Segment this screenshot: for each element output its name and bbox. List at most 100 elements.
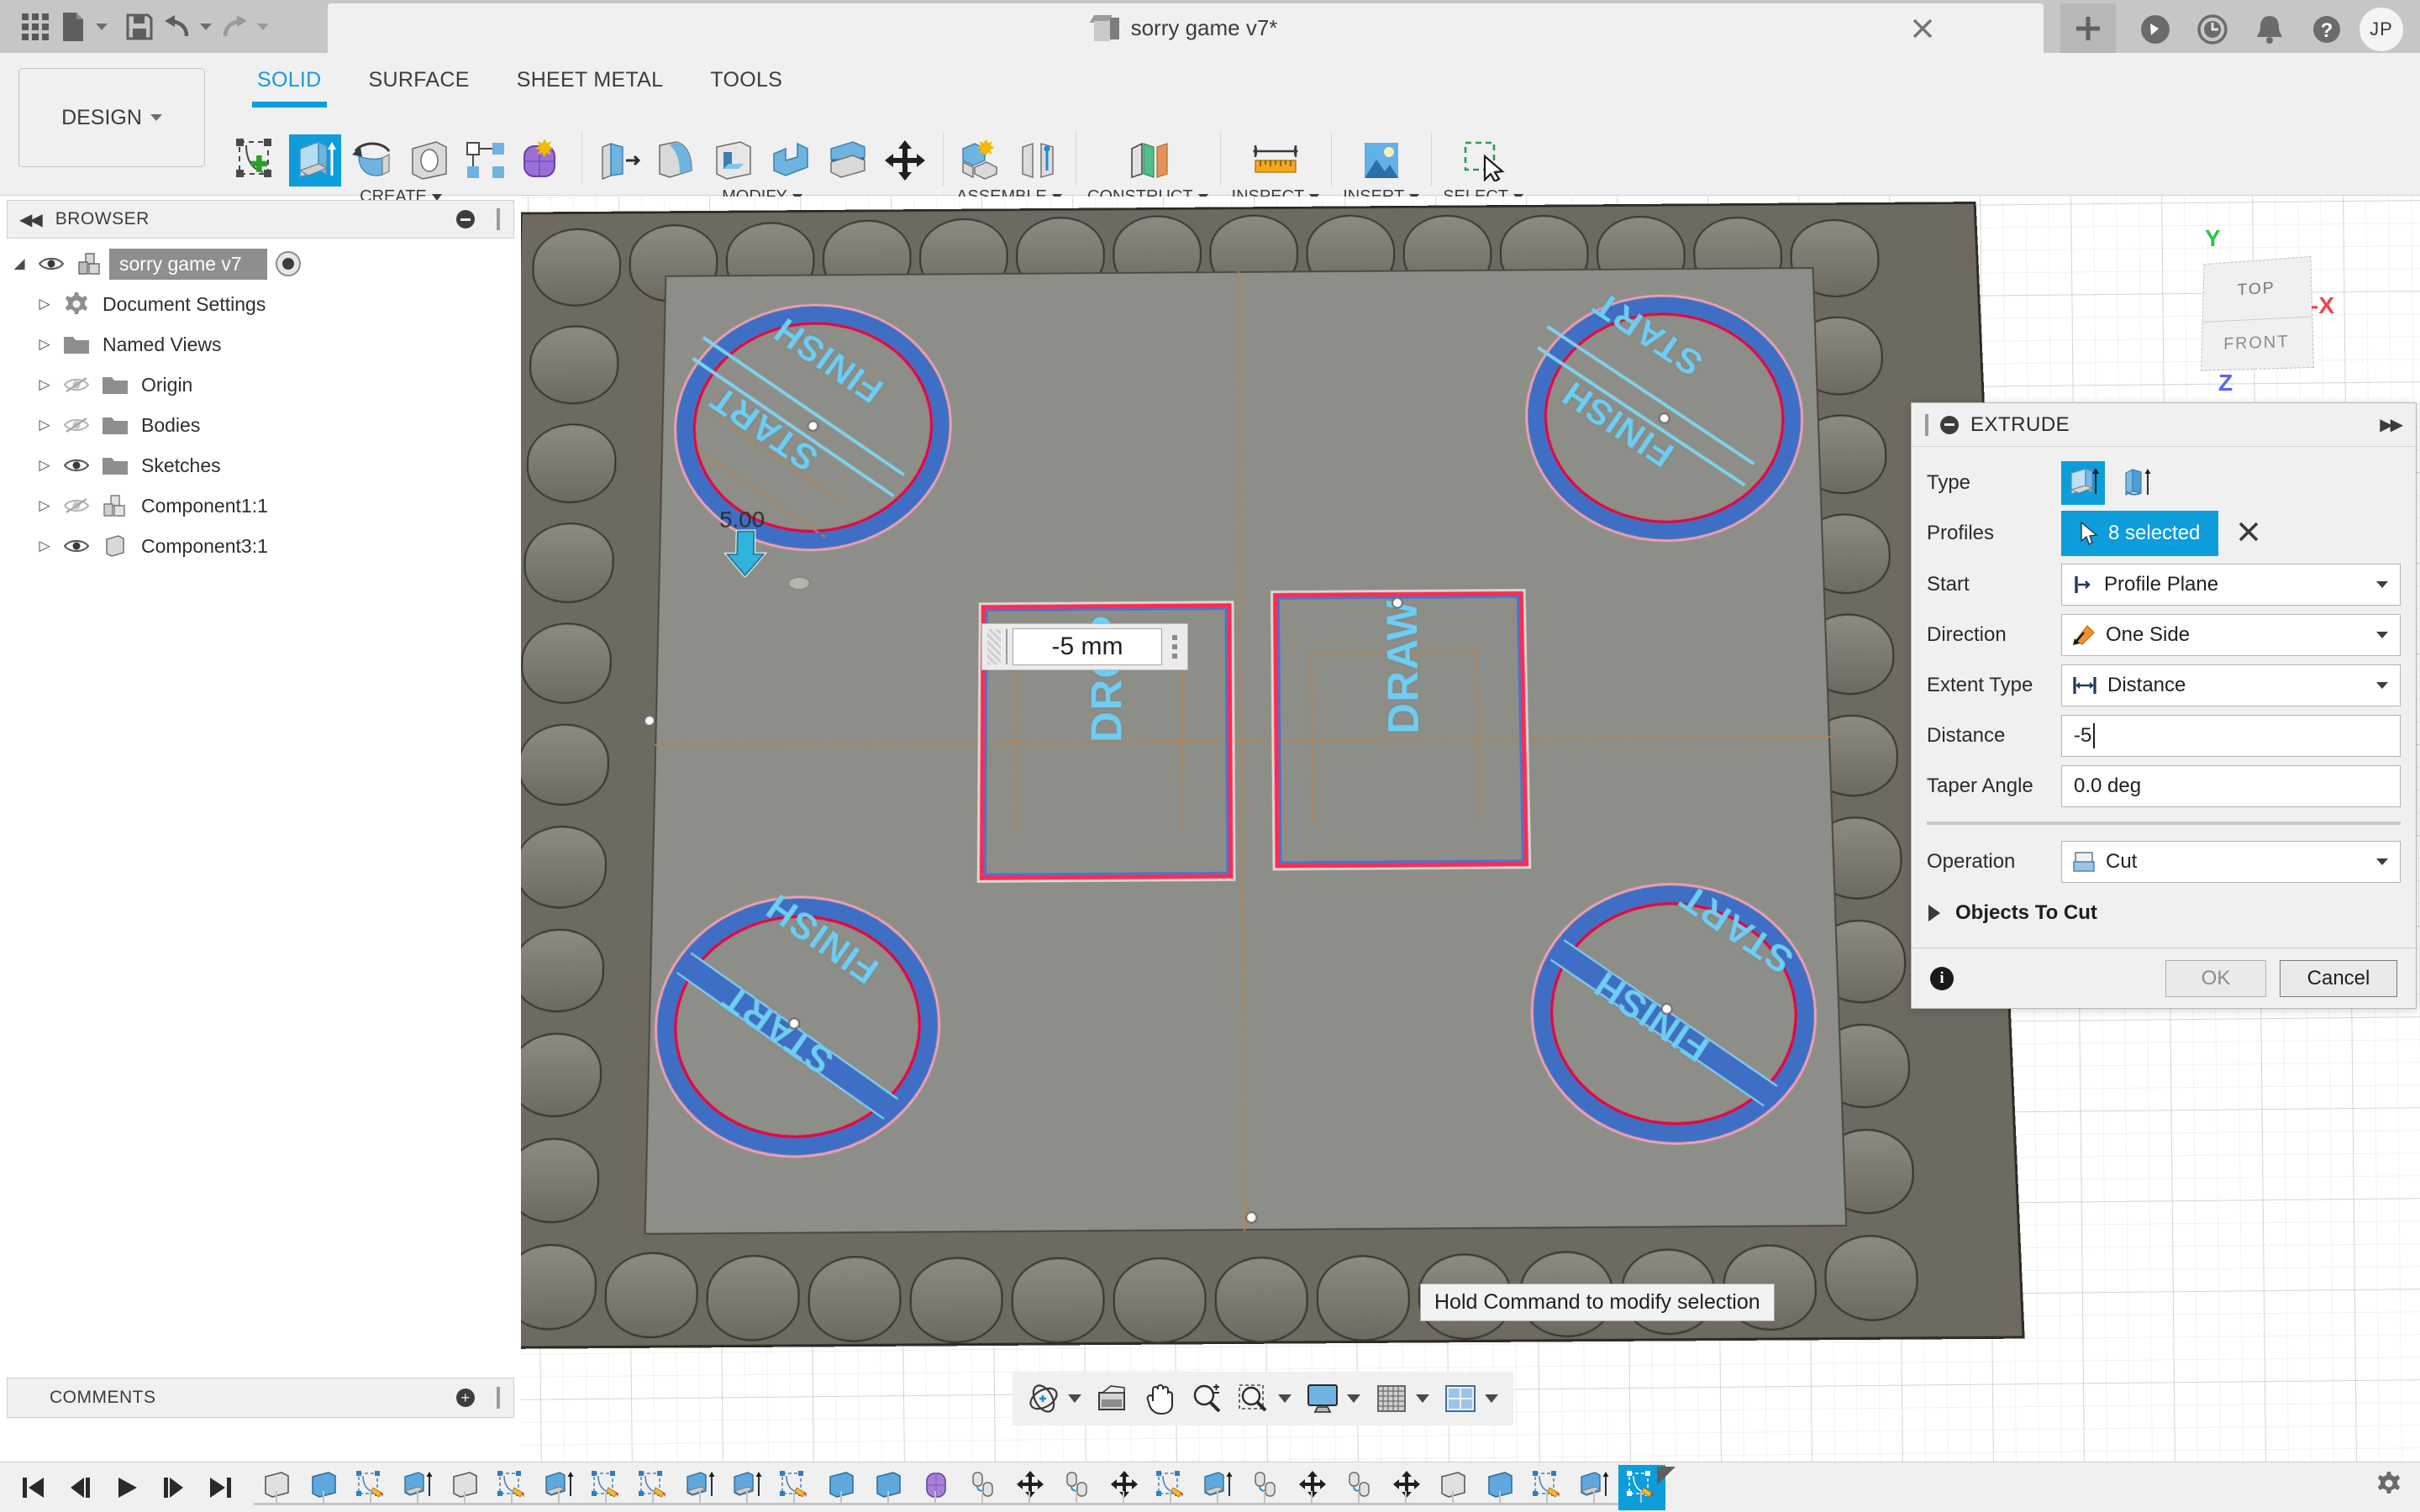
timeline-feature[interactable] (913, 1465, 960, 1510)
visibility-eye-off-icon[interactable] (57, 376, 96, 393)
revolve-tool[interactable] (346, 134, 398, 186)
direction-select[interactable]: One Side (2061, 614, 2401, 656)
orbit-dropdown[interactable] (1068, 1394, 1081, 1403)
drag-grip-icon[interactable] (1925, 413, 1928, 436)
timeline-feature[interactable] (677, 1465, 724, 1510)
press-pull-tool[interactable] (593, 134, 645, 186)
operation-select[interactable]: Cut (2061, 841, 2401, 883)
expand-arrow-icon[interactable]: ▷ (32, 538, 57, 554)
view-cube-top-face[interactable]: TOP (2202, 256, 2312, 323)
ok-button[interactable]: OK (2165, 959, 2266, 997)
objects-to-cut-section[interactable]: Objects To Cut (1927, 887, 2401, 939)
tab-tools[interactable]: TOOLS (687, 61, 806, 114)
sorry-game-board[interactable]: FINISH START 5.00 START FINISH FINISH ST… (521, 197, 2075, 1392)
timeline-feature[interactable] (1430, 1465, 1477, 1510)
redo-dropdown[interactable] (249, 6, 277, 48)
tree-item-sketches[interactable]: ▷ Sketches (7, 445, 514, 486)
comments-panel-header[interactable]: COMMENTS + (7, 1378, 514, 1418)
go-to-end-button[interactable] (200, 1467, 242, 1509)
form-tool[interactable] (518, 134, 570, 186)
overflow-menu-icon[interactable] (1167, 635, 1182, 659)
notifications-button[interactable] (2245, 9, 2294, 50)
timeline-feature[interactable] (1007, 1465, 1054, 1510)
distance-input[interactable]: -5 (2074, 724, 2091, 748)
timeline-feature[interactable] (724, 1465, 771, 1510)
view-cube[interactable]: TOP FRONT Y -X Z (2161, 225, 2354, 403)
joint-tool[interactable] (1012, 134, 1064, 186)
timeline-feature[interactable] (771, 1465, 818, 1510)
resize-grip-icon[interactable] (497, 1387, 500, 1409)
add-comment-icon[interactable]: + (456, 1389, 475, 1407)
type-thin-button[interactable] (2115, 461, 2159, 505)
timeline-feature[interactable] (1524, 1465, 1571, 1510)
visibility-eye-off-icon[interactable] (57, 497, 96, 514)
timeline-feature[interactable] (865, 1465, 913, 1510)
undo-button[interactable] (163, 6, 192, 48)
timeline-feature[interactable] (1289, 1465, 1336, 1510)
tree-item-document-settings[interactable]: ▷ Document Settings (7, 284, 514, 324)
construction-plane-tool[interactable] (1122, 134, 1174, 186)
timeline-feature[interactable] (301, 1465, 348, 1510)
workspace-switcher[interactable]: DESIGN (18, 68, 205, 167)
display-settings-button[interactable] (1300, 1376, 1345, 1421)
expand-arrow-icon[interactable]: ▷ (32, 497, 57, 514)
play-button[interactable] (106, 1467, 148, 1509)
redo-button[interactable] (220, 6, 249, 48)
view-cube-body[interactable]: TOP FRONT (2201, 255, 2314, 371)
zoom-button[interactable] (1184, 1376, 1229, 1421)
timeline-feature[interactable] (1477, 1465, 1524, 1510)
timeline-feature[interactable] (1383, 1465, 1430, 1510)
taper-angle-input[interactable]: 0.0 deg (2061, 765, 2401, 807)
timeline-feature[interactable] (1148, 1465, 1195, 1510)
viewport[interactable]: FINISH START 5.00 START FINISH FINISH ST… (521, 197, 2420, 1462)
extensions-button[interactable] (2131, 9, 2180, 50)
timeline-feature[interactable] (960, 1465, 1007, 1510)
fillet-tool[interactable] (650, 134, 702, 186)
create-sketch-tool[interactable] (232, 134, 284, 186)
timeline-feature[interactable] (489, 1465, 536, 1510)
timeline-marker[interactable] (1657, 1466, 1676, 1485)
activate-component-radio[interactable] (275, 251, 301, 276)
cancel-button[interactable]: Cancel (2280, 959, 2397, 997)
tree-item-component1[interactable]: ▷ Component1:1 (7, 486, 514, 526)
expand-arrow-icon[interactable]: ▷ (32, 376, 57, 393)
timeline-feature[interactable] (254, 1465, 301, 1510)
collapse-icon[interactable] (1940, 415, 1959, 434)
timeline-feature[interactable] (395, 1465, 442, 1510)
collapse-browser-icon[interactable]: ◀◀ (19, 209, 43, 230)
expand-arrow-icon[interactable]: ▷ (32, 296, 57, 312)
timeline-feature[interactable] (348, 1465, 395, 1510)
extrude-arrow-handle[interactable] (723, 529, 767, 577)
timeline-feature[interactable] (1101, 1465, 1148, 1510)
extrude-dialog-header[interactable]: EXTRUDE ▶▶ (1912, 403, 2416, 447)
clear-profiles-button[interactable] (2237, 520, 2260, 548)
undo-dropdown[interactable] (192, 6, 220, 48)
new-file-dropdown[interactable] (87, 6, 116, 48)
visibility-eye-off-icon[interactable] (57, 417, 96, 433)
app-grid-button[interactable] (12, 6, 59, 48)
expand-arrow-icon[interactable]: ▷ (32, 457, 57, 474)
tree-item-component3[interactable]: ▷ Component3:1 (7, 526, 514, 566)
tree-item-root[interactable]: ◢ sorry game v7 (7, 244, 514, 284)
measure-tool[interactable] (1249, 134, 1302, 186)
timeline-feature[interactable] (1054, 1465, 1101, 1510)
shell-tool[interactable] (708, 134, 760, 186)
timeline-feature-active[interactable] (1618, 1464, 1676, 1510)
tab-sheet-metal[interactable]: SHEET METAL (493, 61, 687, 114)
view-cube-front-face[interactable]: FRONT (2202, 317, 2313, 370)
tree-item-bodies[interactable]: ▷ Bodies (7, 405, 514, 445)
grid-snaps-button[interactable] (1369, 1376, 1414, 1421)
viewports-button[interactable] (1438, 1376, 1483, 1421)
avatar[interactable]: JP (2360, 8, 2403, 51)
timeline-feature[interactable] (442, 1465, 489, 1510)
new-file-button[interactable] (59, 6, 87, 48)
extrude-tool[interactable] (289, 134, 341, 186)
step-back-button[interactable] (59, 1467, 101, 1509)
manipulator-dimension[interactable]: -5 mm (981, 623, 1188, 670)
new-tab-button[interactable] (2060, 3, 2116, 53)
settings-button[interactable] (2376, 1471, 2402, 1500)
zoom-window-button[interactable] (1231, 1376, 1276, 1421)
tab-surface[interactable]: SURFACE (345, 61, 493, 114)
close-tab-button[interactable] (1907, 13, 1938, 44)
step-forward-button[interactable] (153, 1467, 195, 1509)
